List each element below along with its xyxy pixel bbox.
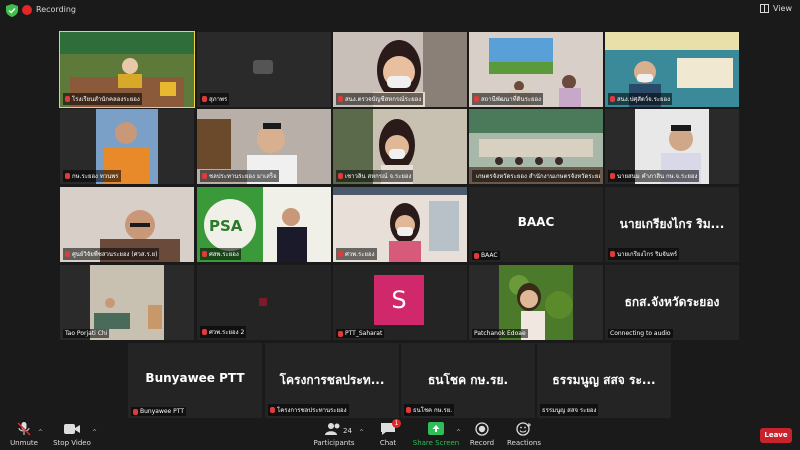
video-off-placeholder xyxy=(259,298,267,306)
muted-mic-icon xyxy=(202,96,207,102)
muted-mic-icon xyxy=(202,251,207,257)
chat-unread-badge: 1 xyxy=(392,419,401,428)
muted-mic-icon xyxy=(610,251,615,257)
tile-caption: Connecting to audio xyxy=(608,329,673,338)
muted-mic-icon xyxy=(65,96,70,102)
participant-tile-4[interactable]: สถานีพัฒนาที่ดินระยอง xyxy=(469,32,603,107)
muted-mic-icon xyxy=(474,252,479,259)
participant-tile-19[interactable]: Patchanok Edoae xyxy=(469,265,603,340)
tile-caption: เกษตรจังหวัดระยอง สำนักงานเกษตรจังหวัดระ… xyxy=(472,170,600,182)
participant-tile-5[interactable]: สนง.ปศุสัตว์จ.ระยอง xyxy=(605,32,739,107)
tile-caption: เชาวลิน สหกรณ์ จ.ระยอง xyxy=(336,170,414,182)
participant-name: ธนโชค กษ.รย. xyxy=(427,373,509,387)
recording-label: Recording xyxy=(36,5,77,14)
tile-caption: กษ.ระยอง ทวนพร xyxy=(63,170,121,182)
participant-name: นายเกรียงไกร ริม... xyxy=(619,217,725,231)
leave-button[interactable]: Leave xyxy=(760,428,792,443)
muted-mic-icon xyxy=(202,173,207,179)
video-options-chevron-icon[interactable]: ^ xyxy=(92,429,97,436)
microphone-muted-icon xyxy=(17,422,31,436)
meeting-toolbar: Unmute ^ Stop Video ^ Participants 24 ^ … xyxy=(0,419,800,450)
record-icon xyxy=(475,422,489,436)
participant-tile-23[interactable]: ธนโชค กษ.รย. ธนโชค กษ.รย. xyxy=(401,343,535,418)
recording-dot-icon xyxy=(22,5,32,15)
muted-mic-icon xyxy=(65,251,70,257)
tile-caption: สนง.ตรวจบัญชีสหกรณ์ระยอง xyxy=(336,93,424,105)
muted-mic-icon xyxy=(338,330,343,337)
muted-mic-icon xyxy=(610,96,615,102)
tile-caption: ธนโชค กษ.รย. xyxy=(404,404,455,416)
share-screen-icon xyxy=(428,422,444,435)
chat-icon-wrap: 1 xyxy=(379,419,401,436)
participants-icon xyxy=(325,423,340,435)
participant-tile-6[interactable]: กษ.ระยอง ทวนพร xyxy=(60,109,194,184)
participant-tile-2[interactable]: สุภาพร xyxy=(197,32,331,107)
smiley-plus-icon xyxy=(516,422,531,436)
muted-mic-icon xyxy=(474,96,479,102)
participant-tile-13[interactable]: ศวพ.ระยอง xyxy=(333,187,467,262)
tile-caption: PTT_Saharat xyxy=(336,329,385,338)
participant-tile-1[interactable]: โรงเรียนสำนักคลองระยอง xyxy=(59,31,195,108)
tile-caption: สถานีพัฒนาที่ดินระยอง xyxy=(472,93,544,105)
participant-tile-17[interactable]: ศวพ.ระยอง 2 xyxy=(197,265,331,340)
tile-caption: Bunyawee PTT xyxy=(131,407,186,416)
tile-caption: ชลประทานระยอง มาเสร็จ xyxy=(200,170,279,182)
participant-tile-15[interactable]: นายเกรียงไกร ริม... นายเกรียงไกร ริมจันท… xyxy=(605,187,739,262)
participants-button[interactable]: Participants xyxy=(304,422,364,447)
participant-tile-9[interactable]: เกษตรจังหวัดระยอง สำนักงานเกษตรจังหวัดระ… xyxy=(469,109,603,184)
participant-name: Bunyawee PTT xyxy=(145,371,245,385)
tile-caption: โรงเรียนสำนักคลองระยอง xyxy=(63,93,142,105)
tile-caption: ศวพ.ระยอง 2 xyxy=(200,326,247,338)
muted-mic-icon xyxy=(65,173,70,179)
security-shield-icon[interactable] xyxy=(6,4,18,17)
participant-tile-10[interactable]: นายสนม คำภาสิน กษ.จ.ระยอง xyxy=(605,109,739,184)
tile-caption: ศวพ.ระยอง xyxy=(336,248,377,260)
tile-caption: นายสนม คำภาสิน กษ.จ.ระยอง xyxy=(608,170,700,182)
participant-name: โครงการชลประท... xyxy=(279,373,385,387)
participant-tile-21[interactable]: Bunyawee PTT Bunyawee PTT xyxy=(128,343,262,418)
top-bar: Recording View xyxy=(0,0,800,22)
muted-mic-icon xyxy=(610,173,615,179)
participant-name: ธรรมนูญ สสจ ระ... xyxy=(552,373,656,387)
muted-mic-icon xyxy=(338,173,343,179)
participant-tile-7[interactable]: ชลประทานระยอง มาเสร็จ xyxy=(197,109,331,184)
muted-mic-icon xyxy=(133,408,138,415)
muted-mic-icon xyxy=(270,407,275,413)
grid-view-icon xyxy=(760,4,770,13)
muted-mic-icon xyxy=(338,96,343,102)
avatar: S xyxy=(374,275,424,325)
participant-tile-11[interactable]: ศูนย์วิจัยพืชสวนระยอง (ศวส.ร.ย) xyxy=(60,187,194,262)
muted-mic-icon xyxy=(202,329,207,335)
participant-tile-8[interactable]: เชาวลิน สหกรณ์ จ.ระยอง xyxy=(333,109,467,184)
reactions-button[interactable]: Reactions xyxy=(494,422,554,447)
tile-caption: นายเกรียงไกร ริมจันทร์ xyxy=(608,248,680,260)
psa-logo-text: PSA xyxy=(209,217,243,235)
tile-caption: โครงการชลประทานระยอง xyxy=(268,404,349,416)
tile-caption: BAAC xyxy=(472,251,500,260)
participant-count: 24 xyxy=(343,427,352,435)
tile-caption: ศูนย์วิจัยพืชสวนระยอง (ศวส.ร.ย) xyxy=(63,248,160,260)
tile-caption: ศสพ.ระยอง xyxy=(200,248,241,260)
participant-tile-14[interactable]: BAAC BAAC xyxy=(469,187,603,262)
participant-tile-12[interactable]: PSA ศสพ.ระยอง xyxy=(197,187,331,262)
video-camera-icon xyxy=(64,424,80,434)
muted-mic-icon xyxy=(338,251,343,257)
participant-name: BAAC xyxy=(517,215,555,229)
participant-tile-16[interactable]: Tao Porjati Chi xyxy=(60,265,194,340)
tile-caption: สนง.ปศุสัตว์จ.ระยอง xyxy=(608,93,673,105)
participant-tile-22[interactable]: โครงการชลประท... โครงการชลประทานระยอง xyxy=(265,343,399,418)
participant-tile-20[interactable]: ธกส.จังหวัดระยอง Connecting to audio xyxy=(605,265,739,340)
tile-caption: Tao Porjati Chi xyxy=(63,329,110,338)
participant-tile-24[interactable]: ธรรมนูญ สสจ ระ... ธรรมนูญ สสจ ระยอง xyxy=(537,343,671,418)
view-button[interactable]: View xyxy=(760,4,792,13)
participant-tile-3[interactable]: สนง.ตรวจบัญชีสหกรณ์ระยอง xyxy=(333,32,467,107)
view-label: View xyxy=(773,4,792,13)
tile-caption: Patchanok Edoae xyxy=(472,329,528,338)
tile-caption: สุภาพร xyxy=(200,93,230,105)
participant-name: ธกส.จังหวัดระยอง xyxy=(624,295,720,309)
muted-mic-icon xyxy=(406,407,411,413)
tile-caption: ธรรมนูญ สสจ ระยอง xyxy=(540,404,599,416)
participant-tile-18[interactable]: S PTT_Saharat xyxy=(333,265,467,340)
